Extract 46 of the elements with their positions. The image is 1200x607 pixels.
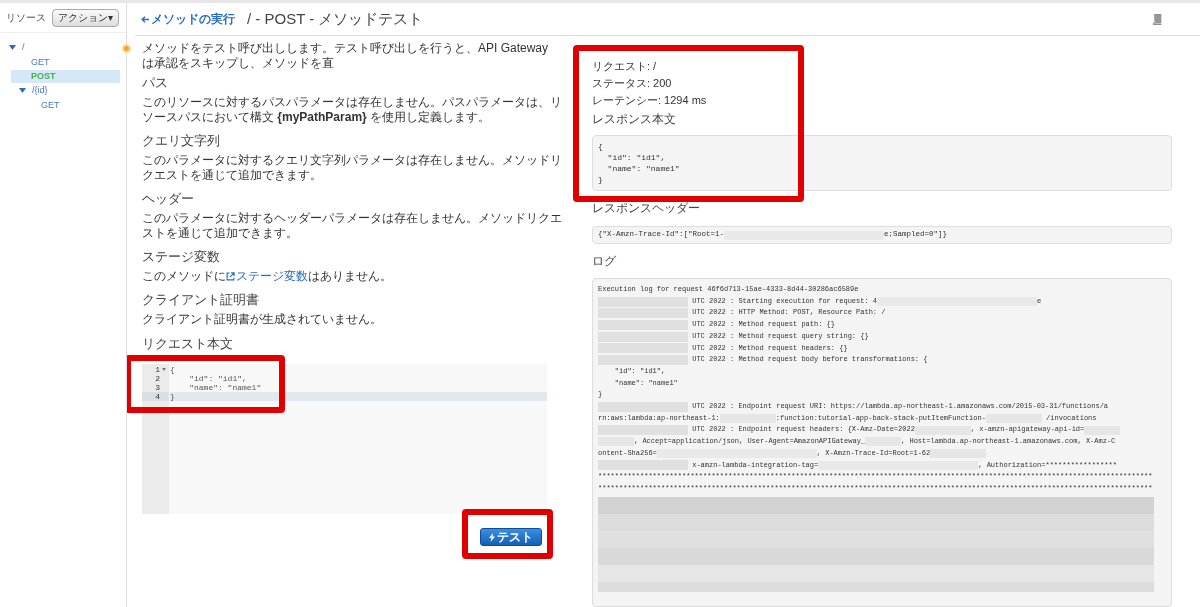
status-text: ステータス: 200 <box>592 76 673 91</box>
section-heading: パス <box>142 75 169 91</box>
code-editor[interactable]: 1 2 3 4 { "id": "id1", "name": "name1" } <box>142 364 547 514</box>
back-link[interactable]: メソッドの実行 <box>141 10 235 28</box>
section-heading: レスポンス本文 <box>592 111 677 128</box>
caret-icon[interactable] <box>9 45 16 50</box>
line-number: 1 <box>142 365 169 374</box>
caret-icon[interactable] <box>19 88 26 93</box>
external-link-icon <box>226 272 235 281</box>
intro-text: メソッドをテスト呼び出しします。テスト呼び出しを行うと、API Gateway は承認をスキップし、メソッドを直 <box>142 41 550 71</box>
section-heading: ステージ変数 <box>142 249 221 265</box>
back-arrow-icon <box>141 15 149 23</box>
method-item[interactable]: GET <box>21 99 120 112</box>
line-number: 3 <box>154 383 161 392</box>
section-heading: ログ <box>592 253 617 270</box>
line-number: 2 <box>154 374 161 383</box>
section-heading: クエリ文字列 <box>142 133 221 149</box>
method-item[interactable]: GET <box>11 56 120 69</box>
section-text: はありません。 <box>308 269 392 284</box>
section-heading: ヘッダー <box>142 191 195 207</box>
lightning-icon <box>489 532 495 542</box>
code-line: "name": "name1" <box>188 383 263 392</box>
section-text: クライアント証明書が生成されていません。 <box>142 312 383 327</box>
code-line: "id": "id1", <box>188 374 248 383</box>
sidebar-title: リソース <box>6 11 46 25</box>
section-heading: クライアント証明書 <box>142 292 260 308</box>
action-button[interactable]: アクション▾ <box>52 8 119 27</box>
section-text: このメソッドに <box>142 269 226 284</box>
section-heading: リクエスト本文 <box>142 336 234 352</box>
resource-item[interactable]: /{id} <box>11 84 120 97</box>
line-number: 4 <box>142 392 169 401</box>
resource-item[interactable]: / <box>1 41 120 54</box>
section-text: このリソースに対するパスパラメータは存在しません。パスパラメータは、リソースパスにおいて構文 {myPathParam} を使用し定義します。 <box>142 95 562 125</box>
section-text: このパラメータに対するクエリ文字列パラメータは存在しません。メソッドリクエストを通じて追加できます。 <box>142 153 562 183</box>
code-line: { <box>170 365 176 374</box>
test-button[interactable]: テスト <box>480 528 542 546</box>
response-body: { "id": "id1", "name": "name1" } <box>592 135 1172 191</box>
resize-handle-icon[interactable] <box>122 44 131 53</box>
stage-variables-link[interactable]: ステージ変数 <box>226 269 308 284</box>
fold-icon[interactable] <box>162 368 166 371</box>
page-title: / - POST - メソッドテスト <box>247 8 424 29</box>
latency-text: レーテンシー: 1294 ms <box>592 93 708 108</box>
book-icon[interactable] <box>1152 13 1162 25</box>
section-text: このパラメータに対するヘッダーパラメータは存在しません。メソッドリクエストを通じて追加できます。 <box>142 211 562 241</box>
request-text: リクエスト: / <box>592 59 658 74</box>
section-heading: レスポンスヘッダー <box>592 200 701 217</box>
